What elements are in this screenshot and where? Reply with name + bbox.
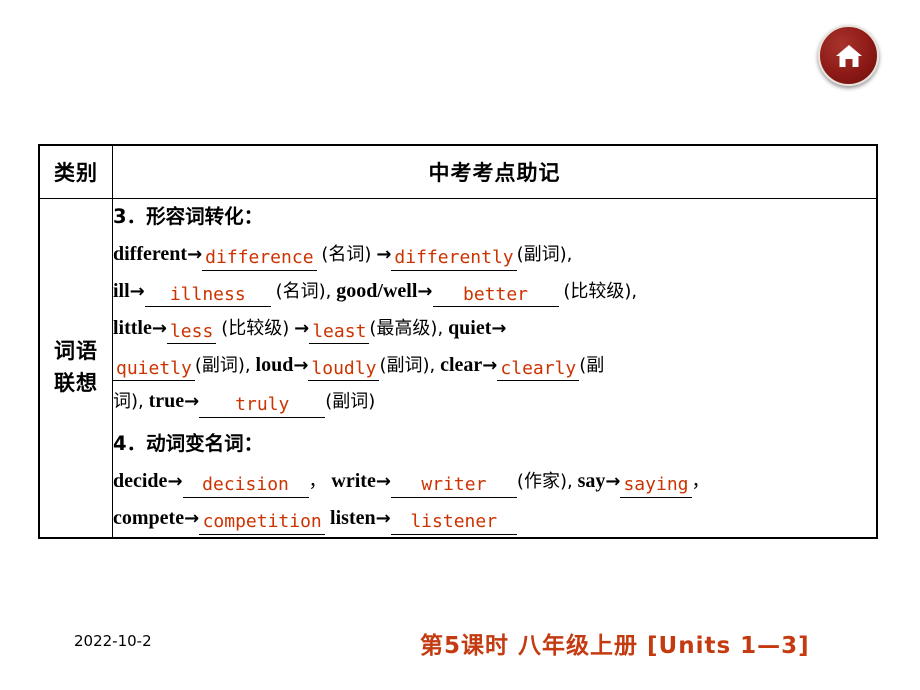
arrow-icon: → — [482, 354, 498, 376]
section-3-heading: 3．形容词转化： — [113, 199, 876, 236]
answer-least: least — [309, 321, 370, 345]
note-adv-3: (副词), — [379, 354, 436, 376]
verb-line-1: decide→ decision， write→ writer (作家), say→ s… — [113, 463, 876, 500]
answer-differently: differently — [391, 247, 517, 271]
arrow-icon: → — [294, 317, 310, 339]
word-loud: loud — [255, 353, 294, 376]
note-comparative-2: (比较级) — [221, 317, 290, 339]
arrow-icon: → — [293, 354, 309, 376]
section-4-heading: 4．动词变名词： — [113, 426, 876, 463]
note-adv-4a: (副 — [579, 354, 605, 376]
word-listen: listen — [330, 507, 376, 529]
note-adv-4b: 词), — [113, 391, 144, 413]
word-decide: decide — [113, 470, 168, 493]
date-label: 2022-10-2 — [74, 632, 152, 650]
home-icon — [834, 42, 864, 70]
section-3-title: 形容词转化： — [146, 205, 264, 228]
note-adv-5: (副词) — [325, 391, 376, 413]
footer-title: 第5课时 八年级上册 [Units 1—3] — [420, 633, 810, 659]
arrow-icon: → — [167, 471, 183, 493]
word-clear: clear — [440, 353, 483, 376]
header-cell-main: 中考考点助记 — [112, 144, 878, 199]
answer-writer: writer — [390, 474, 517, 498]
note-comparative-1: (比较级), — [563, 280, 638, 302]
answer-loudly: loudly — [308, 358, 380, 382]
arrow-icon: → — [376, 243, 392, 265]
word-say: say — [577, 470, 606, 493]
arrow-icon: → — [417, 280, 433, 302]
arrow-icon: → — [491, 317, 507, 339]
arrow-icon: → — [375, 471, 391, 493]
adj-line-1: different→ difference (名词) → differently (副… — [113, 236, 876, 273]
adj-line-4: quietly (副词), loud→ loudly (副词), clear→ clea… — [113, 347, 876, 384]
answer-quietly: quietly — [113, 358, 195, 382]
note-noun-2: (名词), — [275, 280, 332, 302]
word-goodwell: good/well — [336, 279, 418, 302]
section-4-number: 4． — [113, 432, 147, 456]
word-ill: ill — [113, 279, 130, 302]
answer-saying: saying — [620, 474, 692, 498]
arrow-icon: → — [187, 243, 203, 265]
answer-competition: competition — [199, 511, 326, 535]
answer-listener: listener — [390, 511, 517, 535]
section-3-number: 3． — [113, 205, 147, 228]
note-writer: (作家), — [516, 471, 573, 493]
adj-line-3: little→ less (比较级) → least (最高级), quiet→ — [113, 310, 876, 347]
word-different: different — [113, 242, 188, 265]
word-true: true — [148, 390, 185, 413]
header-cell-category: 类别 — [38, 144, 113, 199]
note-adv-2: (副词), — [194, 354, 251, 376]
word-compete: compete — [113, 507, 185, 529]
arrow-icon: → — [184, 391, 200, 413]
arrow-icon: → — [605, 471, 621, 493]
arrow-icon: → — [184, 508, 200, 529]
answer-less: less — [166, 321, 217, 345]
note-adv-1: (副词), — [516, 243, 573, 265]
word-write: write — [331, 470, 376, 493]
word-quiet: quiet — [448, 316, 492, 339]
verb-line-2: compete→ competition listen→ listener — [113, 500, 876, 537]
content-table: 类别 中考考点助记 词语 联想 3．形容词转化： different→ diffe… — [38, 144, 878, 539]
adj-line-5: 词), true→ truly (副词) — [113, 383, 876, 420]
note-comma-1: ， — [308, 471, 327, 493]
answer-better: better — [432, 284, 559, 308]
category-cell: 词语 联想 — [38, 197, 113, 539]
note-noun-1: (名词) — [321, 243, 372, 265]
adj-line-2: ill→ illness (名词), good/well→ better (比较级)… — [113, 273, 876, 310]
arrow-icon: → — [129, 280, 145, 302]
arrow-icon: → — [375, 508, 391, 529]
category-label-line2: 联想 — [54, 370, 98, 395]
answer-difference: difference — [202, 247, 317, 271]
content-cell: 3．形容词转化： different→ difference (名词) → diff… — [112, 197, 878, 539]
category-label-line1: 词语 — [54, 339, 98, 364]
note-comma-2: ， — [691, 471, 710, 493]
answer-clearly: clearly — [497, 358, 580, 382]
arrow-icon: → — [151, 317, 167, 339]
answer-decision: decision — [182, 474, 309, 498]
answer-illness: illness — [144, 284, 271, 308]
note-superlative: (最高级), — [369, 317, 444, 339]
home-button[interactable] — [818, 25, 879, 86]
word-little: little — [113, 316, 152, 339]
section-4-title: 动词变名词： — [146, 432, 264, 456]
answer-truly: truly — [199, 395, 326, 419]
table-header-row: 类别 中考考点助记 — [38, 144, 878, 199]
table-row: 词语 联想 3．形容词转化： different→ difference (名词)… — [38, 197, 878, 539]
